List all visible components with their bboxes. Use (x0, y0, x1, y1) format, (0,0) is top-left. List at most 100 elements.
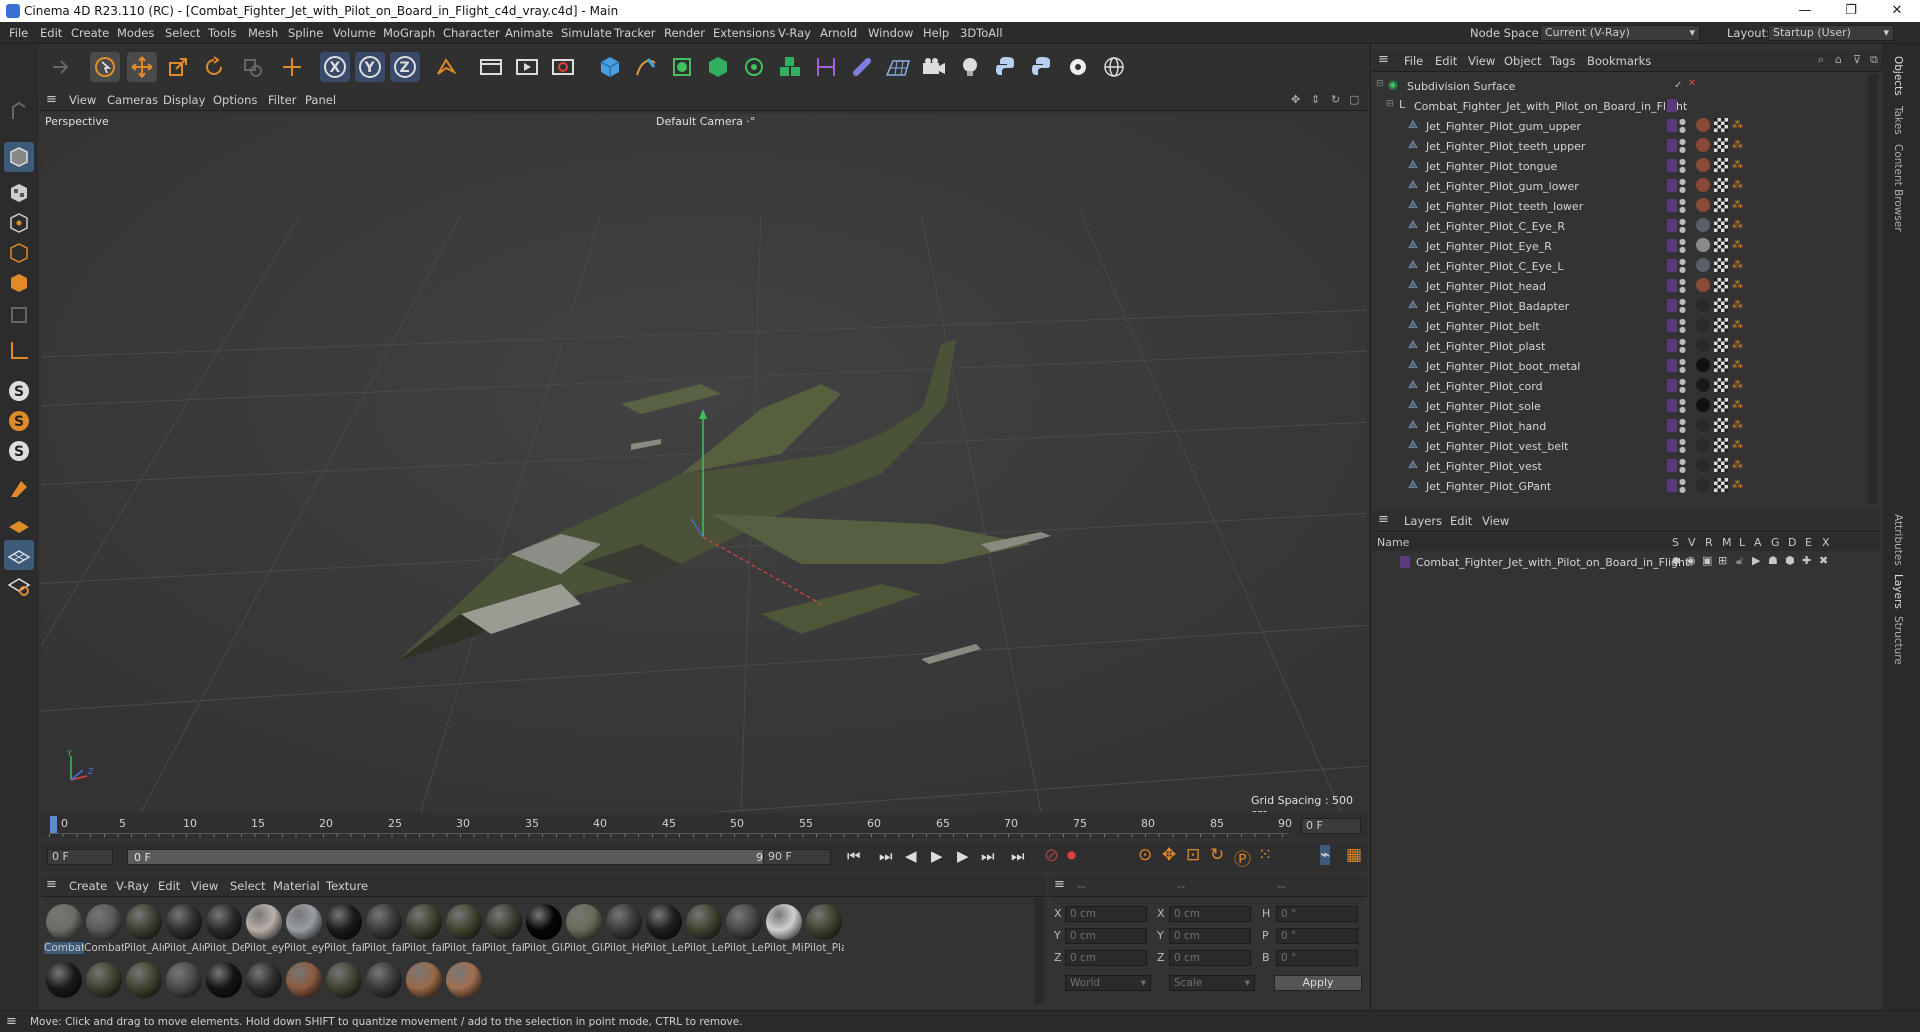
python-script-icon[interactable] (1027, 52, 1057, 82)
material-tag-icon[interactable] (1696, 398, 1710, 412)
tree-object-row[interactable]: ⟁ Jet_Fighter_Pilot_tongue ● ● ⁂ (1372, 156, 1868, 176)
object-menu-file[interactable]: File (1404, 54, 1423, 68)
start-frame-field[interactable]: 0 F (47, 849, 113, 865)
next-frame-icon[interactable]: ▶ (957, 847, 969, 865)
object-menu-tags[interactable]: Tags (1550, 54, 1575, 68)
uvw-tag-icon[interactable] (1714, 218, 1728, 232)
tree-object-row[interactable]: ⟁ Jet_Fighter_Pilot_Eye_R ● ● ⁂ (1372, 236, 1868, 256)
material-swatch[interactable] (244, 960, 284, 1000)
move-tool-icon[interactable] (127, 52, 157, 82)
cube-icon[interactable] (595, 52, 625, 82)
material-menu-material[interactable]: Material (273, 879, 320, 893)
menu-help[interactable]: Help (923, 26, 949, 40)
prev-key-icon[interactable]: ⏭ (879, 847, 893, 865)
material-tag-icon[interactable] (1696, 478, 1710, 492)
size-y-field[interactable]: 0 cm (1169, 928, 1251, 944)
material-swatch[interactable] (204, 960, 244, 1000)
hamburger-icon[interactable]: ≡ (6, 1014, 17, 1029)
material-menu-edit[interactable]: Edit (158, 879, 180, 893)
material-swatch[interactable]: Pilot_Alu (164, 902, 204, 962)
tree-object-row[interactable]: ⟁ Jet_Fighter_Pilot_teeth_upper ● ● ⁂ (1372, 136, 1868, 156)
tree-object-row[interactable]: ⟁ Jet_Fighter_Pilot_vest_belt ● ● ⁂ (1372, 436, 1868, 456)
menu-arnold[interactable]: Arnold (820, 26, 857, 40)
tree-object-row[interactable]: ⟁ Jet_Fighter_Pilot_C_Eye_L ● ● ⁂ (1372, 256, 1868, 276)
material-swatch[interactable] (84, 960, 124, 1000)
size-x-field[interactable]: 0 cm (1169, 906, 1251, 922)
home-icon[interactable]: ⌂ (1835, 53, 1842, 66)
uv-mode-icon[interactable] (4, 300, 34, 330)
tree-object-row[interactable]: ⟁ Jet_Fighter_Pilot_gum_upper ● ● ⁂ (1372, 116, 1868, 136)
frame-range-slider[interactable]: 0 F 90 F (127, 849, 787, 865)
visibility-dots-icon[interactable]: ● ● (1679, 318, 1686, 334)
key-pla-icon[interactable]: ⁙ (1258, 845, 1272, 865)
layer-color-swatch[interactable] (1667, 259, 1677, 272)
visibility-dots-icon[interactable]: ● ● (1679, 238, 1686, 254)
material-swatch[interactable] (284, 960, 324, 1000)
tree-object-row[interactable]: ⟁ Jet_Fighter_Pilot_plast ● ● ⁂ (1372, 336, 1868, 356)
tree-object-row[interactable]: ⟁ Jet_Fighter_Pilot_boot_metal ● ● ⁂ (1372, 356, 1868, 376)
rotate-tool-icon[interactable] (199, 52, 229, 82)
goto-end-icon[interactable]: ⏭ (1011, 847, 1025, 865)
material-menu-texture[interactable]: Texture (326, 879, 368, 893)
uvw-tag-icon[interactable] (1714, 198, 1728, 212)
material-tag-icon[interactable] (1696, 278, 1710, 292)
visibility-dots-icon[interactable]: ● ● (1679, 438, 1686, 454)
maximize-button[interactable]: ❐ (1828, 0, 1874, 22)
material-tag-icon[interactable] (1696, 418, 1710, 432)
rotate-view-icon[interactable]: ↻ (1331, 93, 1340, 106)
scale-tool-icon[interactable] (163, 52, 193, 82)
vray-tag-icon[interactable]: ⁂ (1732, 238, 1743, 251)
menu-spline[interactable]: Spline (288, 26, 323, 40)
python-icon[interactable] (991, 52, 1021, 82)
material-swatch[interactable] (44, 960, 84, 1000)
tree-object-row[interactable]: ⟁ Jet_Fighter_Pilot_head ● ● ⁂ (1372, 276, 1868, 296)
layer-color-swatch[interactable] (1667, 319, 1677, 332)
viewport-menu-display[interactable]: Display (163, 93, 205, 107)
collapse-icon[interactable]: ⊟ (1376, 79, 1384, 89)
material-swatch[interactable]: Pilot_fab (324, 902, 364, 962)
layer-color-swatch[interactable] (1667, 399, 1677, 412)
menu-mesh[interactable]: Mesh (248, 26, 278, 40)
apply-button[interactable]: Apply (1274, 975, 1362, 991)
tree-object-row[interactable]: ⟁ Jet_Fighter_Pilot_hand ● ● ⁂ (1372, 416, 1868, 436)
visibility-dots-icon[interactable]: ● ● (1679, 418, 1686, 434)
manager-icon[interactable]: ⊞ (1718, 554, 1727, 567)
search-icon[interactable]: ⌕ (1818, 53, 1824, 67)
material-tag-icon[interactable] (1696, 318, 1710, 332)
maximize-view-icon[interactable]: ▢ (1349, 93, 1359, 106)
material-swatch[interactable]: Pilot_De (204, 902, 244, 962)
snap-icon[interactable]: S (4, 376, 34, 406)
vray-tag-icon[interactable]: ⁂ (1732, 398, 1743, 411)
menu-render[interactable]: Render (664, 26, 705, 40)
layer-color-swatch[interactable] (1667, 179, 1677, 192)
workplane-snap-icon[interactable]: S (4, 436, 34, 466)
menu-tracker[interactable]: Tracker (614, 26, 656, 40)
disable-icon[interactable]: ✕ (1688, 78, 1696, 89)
visibility-dots-icon[interactable]: ● ● (1679, 458, 1686, 474)
snap-settings-icon[interactable]: S (4, 406, 34, 436)
material-swatch[interactable]: Pilot_Alu (124, 902, 164, 962)
layers-menu-edit[interactable]: Edit (1450, 514, 1472, 528)
material-swatch[interactable]: Pilot_Gla (564, 902, 604, 962)
workplane-icon[interactable] (4, 510, 34, 540)
material-tag-icon[interactable] (1696, 358, 1710, 372)
layer-color-swatch[interactable] (1667, 379, 1677, 392)
uvw-tag-icon[interactable] (1714, 398, 1728, 412)
tree-object-row[interactable]: ⟁ Jet_Fighter_Pilot_cord ● ● ⁂ (1372, 376, 1868, 396)
playhead[interactable] (50, 816, 57, 834)
new-window-icon[interactable]: ⧉ (1870, 53, 1878, 67)
layer-color-swatch[interactable] (1667, 119, 1677, 132)
material-swatch[interactable]: Pilot_fab (444, 902, 484, 962)
key-scale-icon[interactable]: ⊡ (1186, 845, 1200, 865)
deformers-icon[interactable]: ⬢ (1785, 554, 1795, 567)
uvw-tag-icon[interactable] (1714, 318, 1728, 332)
edges-mode-icon[interactable] (4, 238, 34, 268)
floor-icon[interactable] (883, 52, 913, 82)
animation-icon[interactable]: ▶ (1752, 554, 1760, 567)
material-swatch[interactable]: Combat_ (84, 902, 124, 962)
key-position-icon[interactable]: ✥ (1162, 845, 1176, 865)
render-icon[interactable]: ▣ (1702, 554, 1712, 567)
tree-object-row[interactable]: ⟁ Jet_Fighter_Pilot_gum_lower ● ● ⁂ (1372, 176, 1868, 196)
layer-color-swatch[interactable] (1400, 556, 1410, 568)
current-frame-field[interactable]: 0 F (1301, 818, 1361, 834)
